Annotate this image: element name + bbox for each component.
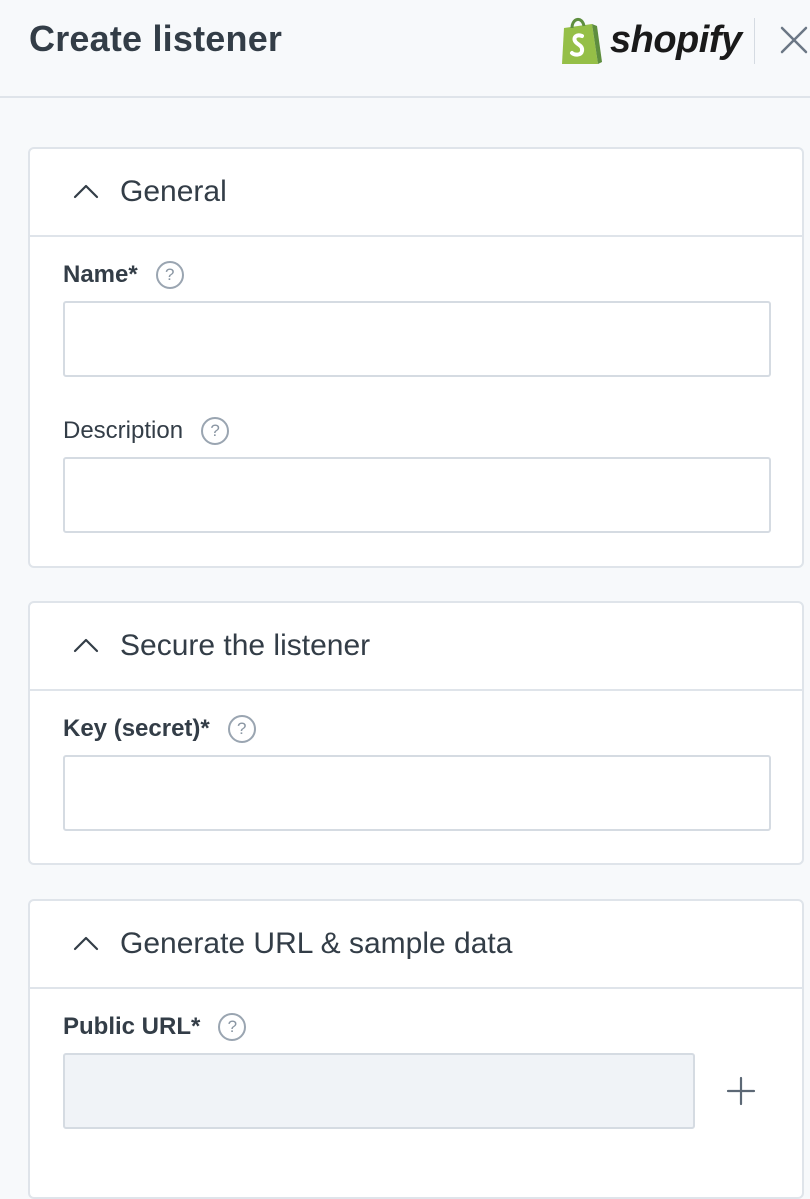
section-generate-url: Generate URL & sample data Public URL * … bbox=[28, 899, 804, 1199]
help-icon[interactable]: ? bbox=[218, 1013, 247, 1041]
chevron-up-icon bbox=[73, 184, 99, 199]
required-mark: * bbox=[128, 261, 138, 288]
help-icon[interactable]: ? bbox=[155, 261, 184, 289]
close-icon bbox=[780, 26, 808, 54]
help-icon[interactable]: ? bbox=[201, 417, 230, 445]
add-url-button[interactable] bbox=[726, 1076, 756, 1106]
section-secure-title: Secure the listener bbox=[120, 629, 371, 662]
description-label-text: Description bbox=[63, 417, 184, 444]
name-label: Name * ? bbox=[63, 261, 184, 289]
key-label: Key (secret) * ? bbox=[63, 715, 256, 743]
header-divider bbox=[754, 18, 755, 64]
public-url-input bbox=[63, 1053, 695, 1129]
name-label-text: Name bbox=[63, 261, 129, 288]
description-label: Description ? bbox=[63, 417, 230, 445]
key-secret-input[interactable] bbox=[63, 755, 771, 831]
shopify-logo: shopify bbox=[558, 14, 742, 66]
close-button[interactable] bbox=[776, 22, 810, 58]
key-label-text: Key (secret) bbox=[63, 715, 201, 742]
public-url-label-text: Public URL bbox=[63, 1013, 192, 1040]
section-general-title: General bbox=[120, 175, 227, 208]
section-generate-url-header[interactable]: Generate URL & sample data bbox=[30, 901, 802, 989]
section-general-header[interactable]: General bbox=[30, 149, 802, 237]
section-secure: Secure the listener Key (secret) * ? bbox=[28, 601, 804, 865]
chevron-up-icon bbox=[73, 638, 99, 653]
required-mark: * bbox=[200, 715, 210, 742]
section-secure-header[interactable]: Secure the listener bbox=[30, 603, 802, 691]
section-generate-url-title: Generate URL & sample data bbox=[120, 927, 513, 960]
name-input[interactable] bbox=[63, 301, 771, 377]
dialog-header: Create listener shopify bbox=[0, 0, 810, 98]
shopify-wordmark: shopify bbox=[610, 18, 742, 61]
required-mark: * bbox=[191, 1013, 201, 1040]
shopify-bag-icon bbox=[562, 18, 602, 64]
page-title: Create listener bbox=[29, 18, 283, 59]
plus-icon bbox=[726, 1076, 756, 1106]
public-url-label: Public URL * ? bbox=[63, 1013, 247, 1041]
help-icon[interactable]: ? bbox=[227, 715, 256, 743]
chevron-up-icon bbox=[73, 936, 99, 951]
description-input[interactable] bbox=[63, 457, 771, 533]
section-general: General Name * ? Description ? bbox=[28, 147, 804, 568]
